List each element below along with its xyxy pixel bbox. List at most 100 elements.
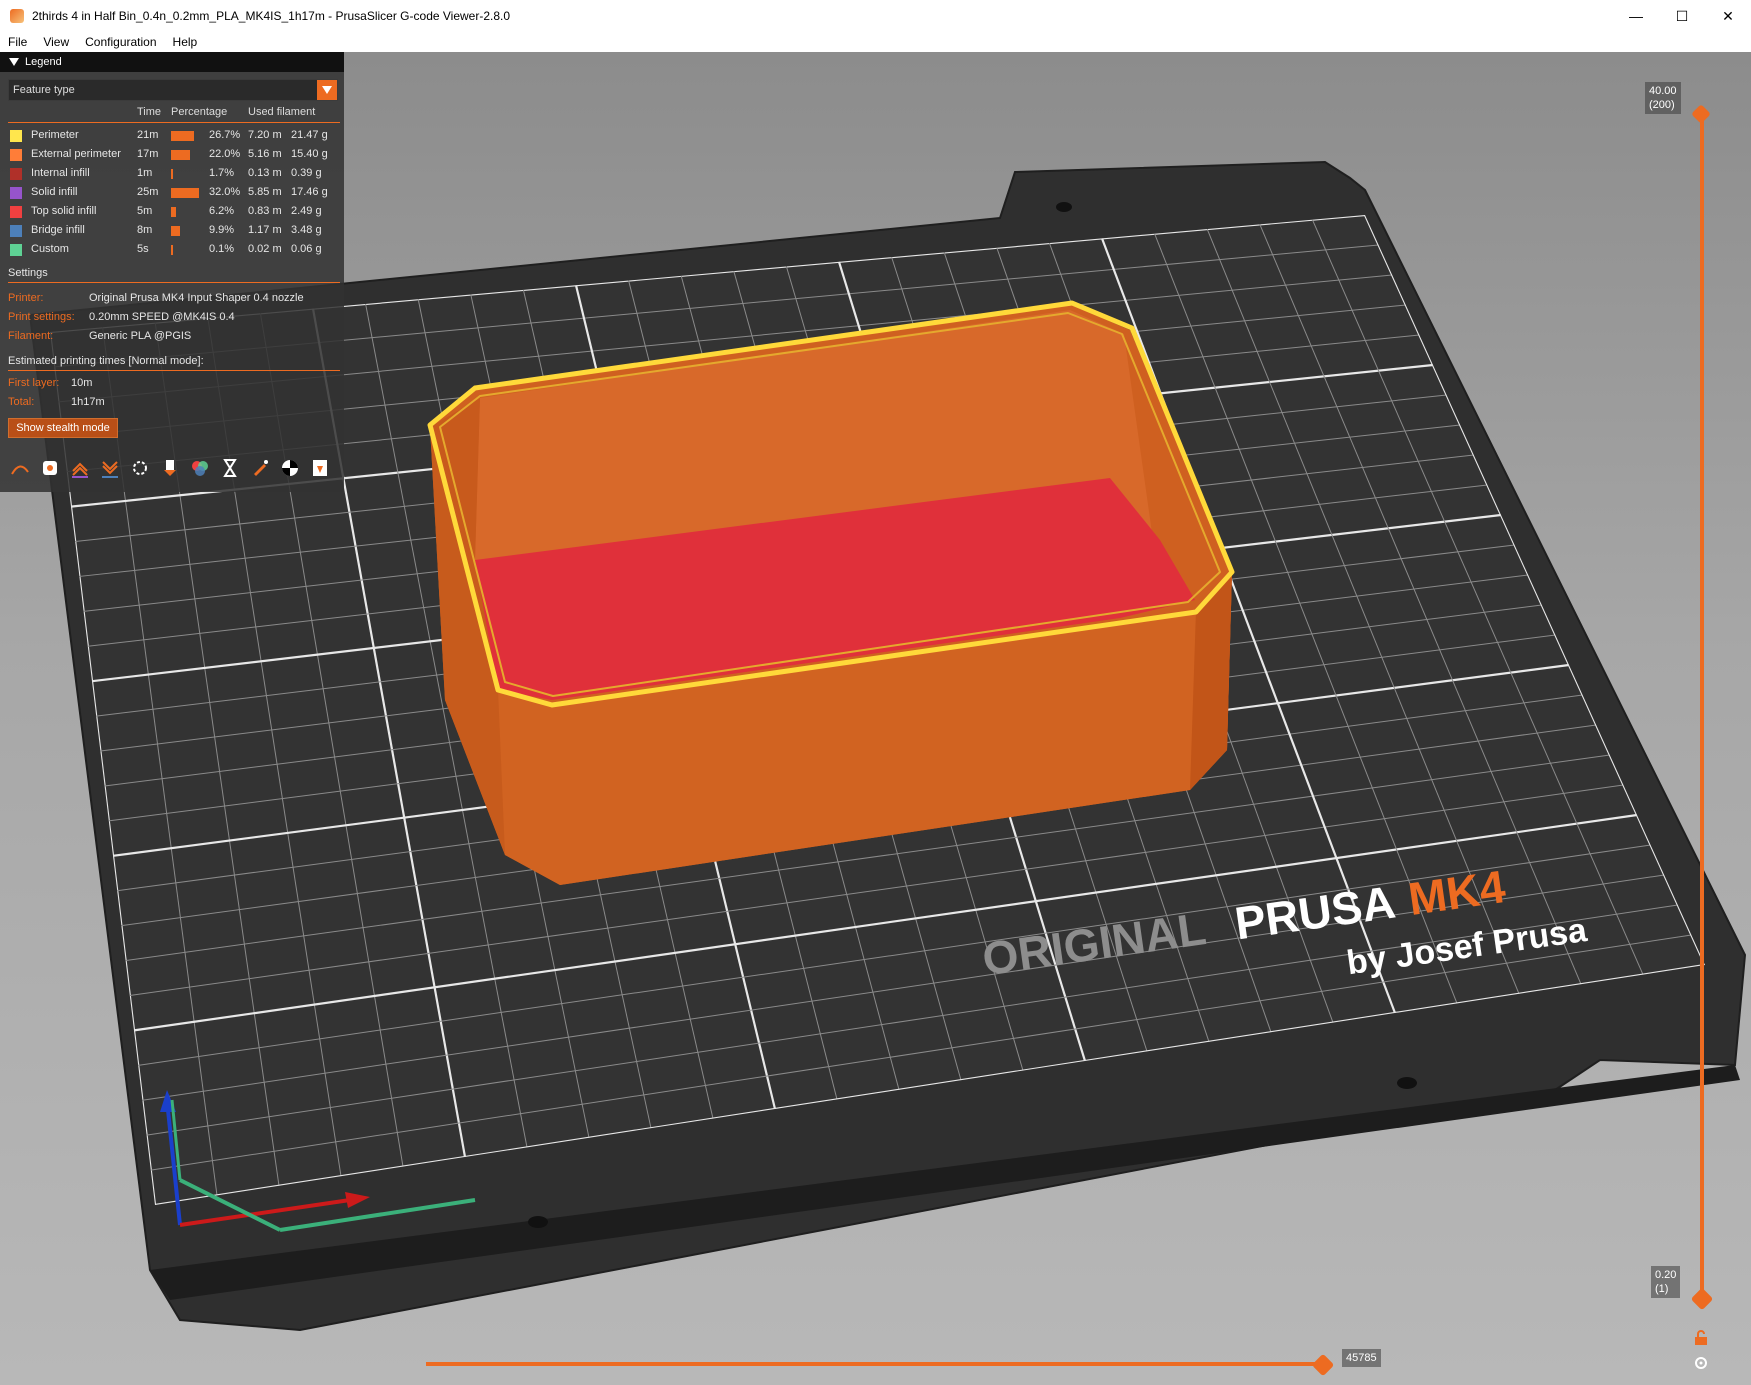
feature-time: 1m bbox=[137, 167, 153, 179]
feature-weight: 17.46 g bbox=[291, 186, 328, 198]
feature-time: 8m bbox=[137, 224, 153, 236]
feature-percentage-bar bbox=[171, 131, 195, 141]
lock-icon[interactable] bbox=[1693, 1330, 1709, 1346]
bed-hole bbox=[1056, 202, 1072, 212]
feature-name: Custom bbox=[31, 243, 69, 255]
feature-percentage: 26.7% bbox=[209, 129, 241, 141]
feature-weight: 0.39 g bbox=[291, 167, 322, 179]
minimize-icon[interactable]: — bbox=[1613, 0, 1659, 32]
center-of-gravity-icon[interactable] bbox=[278, 456, 302, 480]
feature-time: 5s bbox=[137, 243, 149, 255]
feature-length: 0.83 m bbox=[248, 205, 282, 217]
total-value: 1h17m bbox=[71, 396, 105, 408]
feature-percentage: 6.2% bbox=[209, 205, 235, 217]
wipe-icon[interactable] bbox=[38, 456, 62, 480]
first-layer-label: First layer: bbox=[8, 377, 60, 389]
feature-weight: 3.48 g bbox=[291, 224, 322, 236]
feature-time: 25m bbox=[137, 186, 159, 198]
legend-row[interactable]: Custom 5s 0.1% 0.02 m 0.06 g bbox=[0, 241, 344, 258]
bottom-height: 0.20 bbox=[1655, 1269, 1677, 1281]
feature-color-swatch bbox=[10, 225, 22, 237]
printed-object bbox=[427, 300, 1235, 885]
feature-time: 21m bbox=[137, 129, 159, 141]
col-percentage: Percentage bbox=[171, 106, 228, 118]
travel-icon[interactable] bbox=[8, 456, 32, 480]
feature-percentage-bar bbox=[171, 188, 199, 198]
moves-slider-track[interactable] bbox=[426, 1362, 1326, 1366]
menu-file[interactable]: File bbox=[0, 35, 35, 49]
feature-color-swatch bbox=[10, 187, 22, 199]
feature-percentage: 32.0% bbox=[209, 186, 241, 198]
settings-gear-icon[interactable] bbox=[1693, 1355, 1709, 1371]
color-changes-icon[interactable] bbox=[188, 456, 212, 480]
feature-name: Internal infill bbox=[31, 167, 90, 179]
feature-name: Perimeter bbox=[31, 129, 79, 141]
feature-time: 5m bbox=[137, 205, 153, 217]
feature-percentage: 0.1% bbox=[209, 243, 235, 255]
divider bbox=[8, 282, 340, 283]
bed-hole bbox=[528, 1216, 548, 1228]
feature-percentage: 9.9% bbox=[209, 224, 235, 236]
prusaslicer-logo-icon bbox=[10, 9, 24, 23]
feature-percentage-bar bbox=[171, 207, 177, 217]
legend-row[interactable]: Top solid infill 5m 6.2% 0.83 m 2.49 g bbox=[0, 203, 344, 220]
maximize-icon[interactable]: ☐ bbox=[1659, 0, 1705, 32]
bottom-layer: (1) bbox=[1655, 1283, 1669, 1295]
col-filament: Used filament bbox=[248, 106, 316, 118]
layer-slider-top-label: 40.00 (200) bbox=[1645, 82, 1681, 114]
print-settings-value: 0.20mm SPEED @MK4IS 0.4 bbox=[89, 311, 235, 323]
col-time: Time bbox=[137, 106, 162, 118]
feature-percentage-bar bbox=[171, 169, 173, 179]
seams-icon[interactable] bbox=[128, 456, 152, 480]
total-label: Total: bbox=[8, 396, 35, 408]
feature-weight: 0.06 g bbox=[291, 243, 322, 255]
feature-length: 0.02 m bbox=[248, 243, 282, 255]
printer-value: Original Prusa MK4 Input Shaper 0.4 nozz… bbox=[89, 292, 304, 304]
moves-slider-value: 45785 bbox=[1342, 1349, 1381, 1367]
menu-view[interactable]: View bbox=[35, 35, 77, 49]
legend-row[interactable]: Bridge infill 8m 9.9% 1.17 m 3.48 g bbox=[0, 222, 344, 239]
layer-slider-track[interactable] bbox=[1700, 116, 1704, 1299]
bed-hole bbox=[1397, 1077, 1417, 1089]
feature-percentage-bar bbox=[171, 245, 173, 255]
collapse-triangle-icon[interactable] bbox=[9, 58, 19, 66]
legend-header[interactable]: Legend bbox=[0, 52, 344, 72]
menu-help[interactable]: Help bbox=[165, 35, 206, 49]
tool-changes-icon[interactable] bbox=[158, 456, 182, 480]
feature-length: 5.85 m bbox=[248, 186, 282, 198]
chevron-down-icon[interactable] bbox=[317, 80, 337, 100]
feature-name: Solid infill bbox=[31, 186, 78, 198]
menu-configuration[interactable]: Configuration bbox=[77, 35, 164, 49]
feature-percentage-bar bbox=[171, 150, 191, 160]
view-type-combo[interactable]: Feature type bbox=[8, 79, 338, 101]
feature-percentage-bar bbox=[171, 226, 180, 236]
close-icon[interactable]: ✕ bbox=[1705, 0, 1751, 32]
print-settings-label: Print settings: bbox=[8, 311, 75, 323]
shells-icon[interactable] bbox=[308, 456, 332, 480]
show-stealth-mode-button[interactable]: Show stealth mode bbox=[8, 418, 118, 438]
feature-length: 5.16 m bbox=[248, 148, 282, 160]
layer-slider-bottom-label: 0.20 (1) bbox=[1651, 1266, 1681, 1298]
pause-prints-icon[interactable] bbox=[218, 456, 242, 480]
deretractions-icon[interactable] bbox=[98, 456, 122, 480]
legend-row[interactable]: Internal infill 1m 1.7% 0.13 m 0.39 g bbox=[0, 165, 344, 182]
custom-gcodes-icon[interactable] bbox=[248, 456, 272, 480]
feature-color-swatch bbox=[10, 149, 22, 161]
menu-bar: File View Configuration Help bbox=[0, 32, 1751, 52]
filament-label: Filament: bbox=[8, 330, 54, 342]
legend-columns: Time Percentage Used filament bbox=[0, 106, 344, 120]
times-title: Estimated printing times [Normal mode]: bbox=[8, 355, 204, 367]
legend-row[interactable]: Perimeter 21m 26.7% 7.20 m 21.47 g bbox=[0, 127, 344, 144]
view-type-value: Feature type bbox=[13, 84, 75, 96]
retractions-icon[interactable] bbox=[68, 456, 92, 480]
feature-color-swatch bbox=[10, 206, 22, 218]
feature-percentage: 1.7% bbox=[209, 167, 235, 179]
feature-length: 0.13 m bbox=[248, 167, 282, 179]
feature-weight: 21.47 g bbox=[291, 129, 328, 141]
divider bbox=[8, 370, 340, 371]
legend-row[interactable]: Solid infill 25m 32.0% 5.85 m 17.46 g bbox=[0, 184, 344, 201]
first-layer-value: 10m bbox=[71, 377, 93, 389]
legend-toolbar bbox=[8, 456, 338, 486]
legend-row[interactable]: External perimeter 17m 22.0% 5.16 m 15.40 g bbox=[0, 146, 344, 163]
feature-weight: 2.49 g bbox=[291, 205, 322, 217]
